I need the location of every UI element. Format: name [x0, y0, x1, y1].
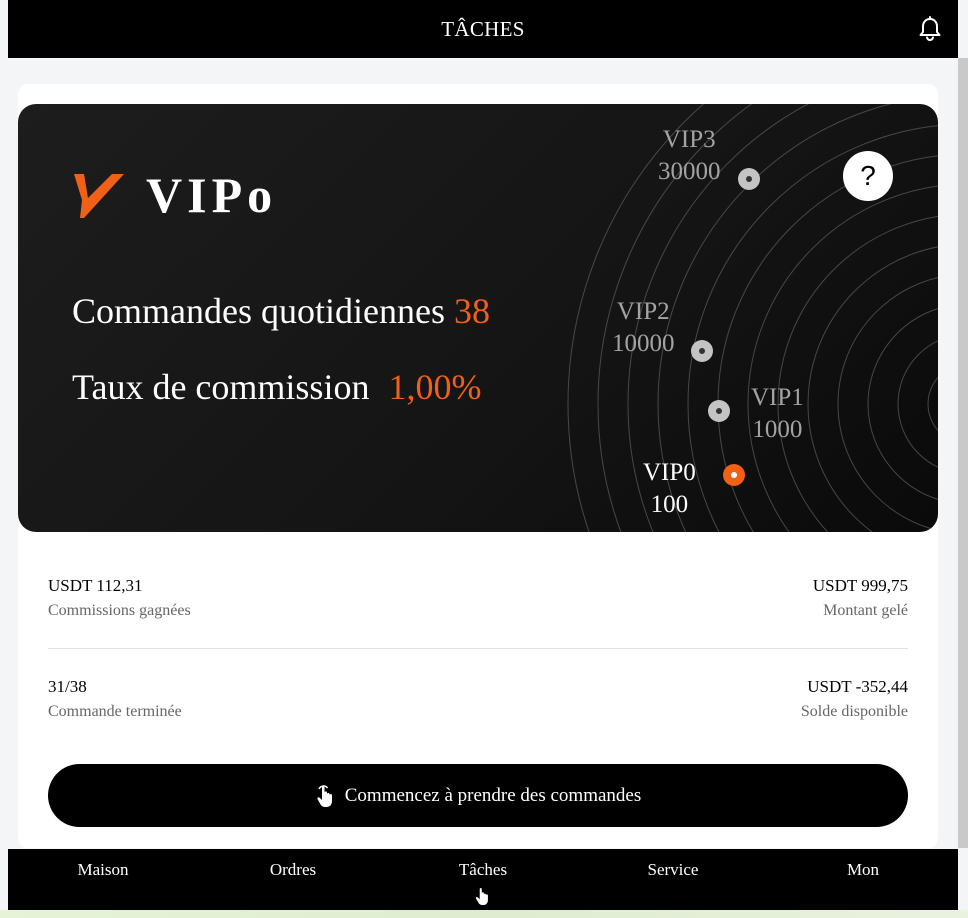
nav-home[interactable]: Maison [8, 860, 198, 880]
commissions-earned: USDT 112,31 Commissions gagnées [48, 576, 191, 620]
scrollbar[interactable] [958, 58, 968, 848]
commissions-label: Commissions gagnées [48, 602, 191, 619]
bottom-nav: Maison Ordres Tâches Service Mon [8, 849, 958, 911]
nav-label: Service [647, 860, 699, 879]
help-button[interactable]: ? [843, 151, 893, 201]
vip-level-2-marker[interactable] [691, 340, 713, 362]
completed-orders-label: Commande terminée [48, 703, 182, 720]
vip-level-name: VIP0 [643, 459, 696, 486]
page-title: TÂCHES [441, 16, 525, 41]
vip-level-amount: 1000 [752, 416, 803, 443]
start-orders-label: Commencez à prendre des commandes [344, 784, 642, 806]
page-edge [0, 0, 8, 918]
vip-level-3: VIP3 30000 [658, 124, 721, 188]
daily-orders-label: Commandes quotidiennes [72, 291, 445, 331]
daily-orders-value: 38 [453, 291, 490, 331]
top-bar: TÂCHES [8, 0, 958, 58]
nav-label: Maison [77, 860, 129, 879]
commission-label: Taux de commission [72, 367, 370, 407]
vip-level-amount: 10000 [612, 330, 675, 357]
vip-level-name: VIP1 [751, 384, 804, 411]
frozen-amount-value: USDT 999,75 [812, 576, 908, 595]
vip-level-3-marker[interactable] [738, 168, 760, 190]
nav-label: Tâches [458, 860, 508, 879]
frozen-amount-label: Montant gelé [823, 602, 908, 619]
tap-hand-icon [475, 888, 488, 905]
bell-icon[interactable] [916, 15, 944, 43]
completed-orders: 31/38 Commande terminée [48, 677, 182, 721]
nav-tasks[interactable]: Tâches [388, 860, 578, 905]
vip-level-2: VIP2 10000 [612, 296, 675, 360]
tap-hand-icon [317, 784, 332, 807]
brand-name: VIPo [146, 167, 278, 223]
divider [48, 648, 908, 649]
vip-level-1-marker[interactable] [708, 400, 730, 422]
vip-level-1: VIP1 1000 [751, 382, 804, 446]
vipo-logo-icon [74, 174, 124, 218]
available-balance: USDT -352,44 Solde disponible [801, 677, 908, 721]
commissions-amount: USDT 112,31 [48, 576, 143, 595]
start-orders-button[interactable]: Commencez à prendre des commandes [48, 764, 908, 827]
commission-rate: Taux de commission 1,00% [72, 366, 481, 408]
vip-level-name: VIP3 [662, 126, 716, 153]
vip-level-name: VIP2 [616, 298, 670, 325]
vip-level-amount: 100 [650, 491, 689, 518]
nav-profile[interactable]: Mon [768, 860, 958, 880]
completed-orders-value: 31/38 [48, 677, 87, 696]
nav-service[interactable]: Service [578, 860, 768, 880]
vip-card: VIPo Commandes quotidiennes 38 Taux de c… [18, 104, 938, 532]
available-balance-label: Solde disponible [800, 703, 908, 720]
vip-level-0: VIP0 100 [643, 457, 696, 521]
commission-value: 1,00% [388, 367, 482, 407]
vip-level-amount: 30000 [658, 158, 721, 185]
vip-level-0-marker[interactable] [723, 464, 745, 486]
bottom-edge [0, 910, 968, 918]
available-balance-value: USDT -352,44 [807, 677, 908, 696]
nav-orders[interactable]: Ordres [198, 860, 388, 880]
nav-label: Ordres [269, 860, 317, 879]
nav-label: Mon [846, 860, 880, 879]
frozen-amount: USDT 999,75 Montant gelé [813, 576, 908, 620]
daily-orders: Commandes quotidiennes 38 [72, 290, 490, 332]
